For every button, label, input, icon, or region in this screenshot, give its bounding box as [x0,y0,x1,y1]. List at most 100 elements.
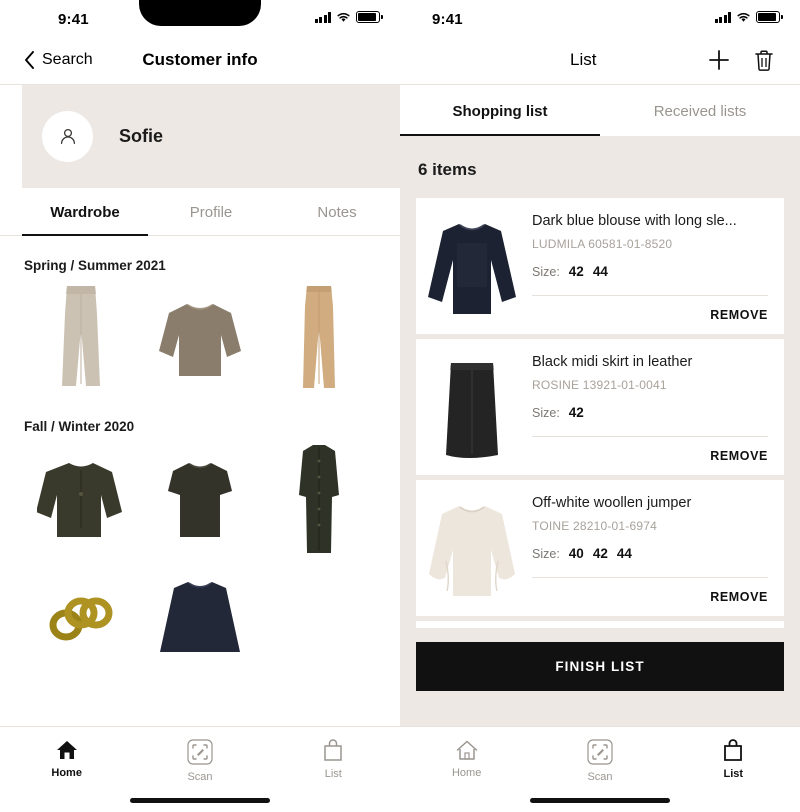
item-sku: ROSINE 13921-01-0041 [532,377,667,392]
garment-beige-wide-trousers[interactable] [22,279,141,397]
tabbar-item-list[interactable]: List [667,739,800,780]
tab-wardrobe[interactable]: Wardrobe [22,188,148,236]
camel-slim-trousers-icon [302,286,335,388]
customer-header: Sofie [0,85,400,188]
status-bar-right: 9:41 [400,0,800,36]
status-icons [714,11,783,23]
wardrobe-content: Spring / Summer 2021 Fall / Winter 2020 [0,236,400,691]
list-item[interactable]: Black midi skirt in leather ROSINE 13921… [416,338,784,475]
list-item[interactable]: Off-white woollen jumper TOINE 28210-01-… [416,479,784,616]
customer-name: Sofie [119,126,164,146]
home-indicator [130,798,270,803]
item-thumbnail [416,353,528,467]
item-title: Dark blue blouse with long sle... [532,213,737,229]
tab-received-lists[interactable]: Received lists [600,85,800,136]
shopping-list-body: 6 items Dark blue blouse with long sle..… [400,136,800,812]
size-value: 44 [616,545,632,561]
dark-tshirt-icon [167,463,232,537]
tab-profile-label: Profile [189,204,233,221]
delete-list-button[interactable] [754,49,774,72]
olive-long-coat-icon [298,445,339,553]
tabbar-item-scan[interactable]: Scan [133,739,266,783]
tab-notes[interactable]: Notes [274,188,400,236]
avatar [42,111,93,162]
customer-card[interactable]: Sofie [22,85,400,188]
list-item[interactable]: Dark blue blouse with long sle... LUDMIL… [416,198,784,334]
garment-taupe-knit-sweater[interactable] [141,279,260,397]
scan-icon [187,739,213,765]
status-icons [314,11,383,23]
remove-item-button[interactable]: REMOVE [532,578,768,608]
garment-grid-spring-summer [22,279,378,397]
status-time: 9:41 [432,11,463,28]
size-value: 44 [592,263,608,279]
wifi-icon [337,12,350,22]
list-item-partial[interactable] [416,620,784,628]
garment-olive-cardigan[interactable] [22,440,141,558]
navy-blouse-icon [159,582,240,652]
season-title-spring-summer: Spring / Summer 2021 [24,258,166,273]
navy-blouse-thumb-icon [428,223,516,314]
tabbar-item-home[interactable]: Home [0,739,133,779]
status-bar-left: 9:41 [0,0,400,36]
tab-shopping-list-label: Shopping list [452,103,548,120]
item-sizes: Size: 40 42 44 [532,546,768,561]
home-indicator [530,798,670,803]
item-title: Black midi skirt in leather [532,353,693,370]
finish-list-button[interactable]: FINISH LIST [416,642,784,691]
finish-list-wrap: FINISH LIST [400,628,800,691]
size-label: Size: [532,546,560,561]
item-sizes: Size: 42 44 [532,264,768,279]
tabbar-item-scan[interactable]: Scan [533,739,666,783]
tabbar-label-home: Home [51,767,82,779]
add-item-button[interactable] [708,49,730,71]
dual-phone-screenshot: 9:41 Search Customer info Sofie Wardrobe… [0,0,800,812]
page-title: List [570,50,597,69]
scan-icon [587,739,613,765]
remove-item-button[interactable]: REMOVE [532,296,768,326]
item-sizes: Size: 42 [532,405,768,420]
garment-navy-blouse[interactable] [141,558,260,676]
battery-icon [756,11,783,23]
tabbar-item-list[interactable]: List [267,739,400,780]
nav-actions [708,49,774,72]
bottom-tabbar-right: Home Scan List [400,726,800,812]
size-label: Size: [532,264,560,279]
person-icon [60,128,75,144]
dynamic-island [139,0,261,26]
back-button-label: Search [42,51,93,68]
garment-camel-slim-trousers[interactable] [259,279,378,397]
bag-icon [324,739,343,761]
tab-profile[interactable]: Profile [148,188,274,236]
back-button[interactable]: Search [24,51,93,69]
tabbar-item-home[interactable]: Home [400,739,533,779]
item-thumbnail [416,212,528,326]
items-count: 6 items [418,160,477,179]
garment-olive-long-coat[interactable] [259,440,378,558]
size-label: Size: [532,405,560,420]
size-value: 42 [568,263,584,279]
item-sku: LUDMILA 60581-01-8520 [532,236,673,251]
status-time: 9:41 [58,11,89,28]
tab-received-lists-label: Received lists [653,103,747,120]
trash-icon [755,49,773,71]
tabbar-label-scan: Scan [187,771,213,783]
item-sku: TOINE 28210-01-6974 [532,518,657,533]
tabbar-label-home: Home [451,767,482,779]
tabbar-label-list: List [324,768,342,780]
garment-dark-tshirt[interactable] [141,440,260,558]
off-white-jumper-thumb-icon [429,505,515,596]
bag-icon [724,739,743,761]
battery-icon [356,11,383,23]
garment-gold-hoop-earrings[interactable] [22,558,141,676]
shopping-list-cards: Dark blue blouse with long sle... LUDMIL… [400,198,800,628]
remove-item-button[interactable]: REMOVE [532,437,768,467]
tabbar-label-list: List [723,768,744,780]
gold-hoop-earrings-icon [49,597,113,641]
right-phone-panel: 9:41 List Shopping list Received lists 6… [400,0,800,812]
tab-shopping-list[interactable]: Shopping list [400,85,600,136]
size-value: 42 [568,404,584,420]
customer-tabs: Wardrobe Profile Notes [0,188,400,236]
nav-bar-left: Search Customer info [0,36,400,85]
taupe-knit-sweater-icon [158,304,241,376]
